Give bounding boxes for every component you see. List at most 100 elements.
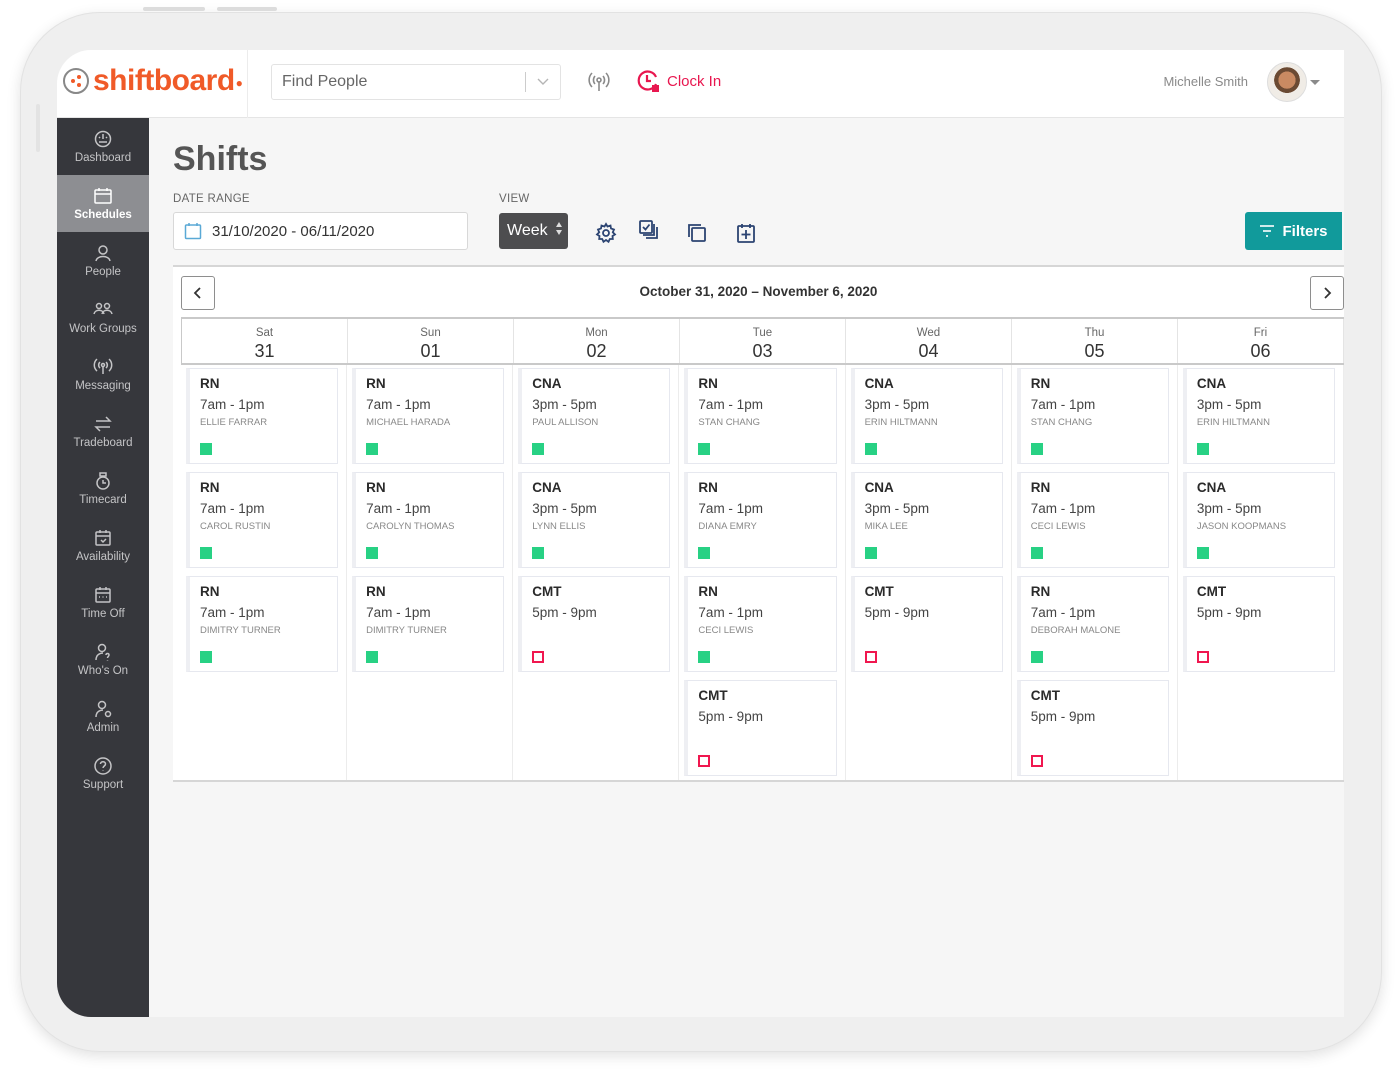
day-column[interactable]: RN 7am - 1pm STAN CHANG RN 7am - 1pm CECI LEW… [1012,365,1178,780]
day-name: Mon [585,327,608,339]
shift-person: CAROL RUSTIN [200,521,271,532]
filters-button[interactable]: Filters [1245,212,1342,250]
shift-card[interactable]: RN 7am - 1pm STAN CHANG [1016,368,1169,464]
day-header[interactable]: Sat 31 [182,319,348,363]
shift-card[interactable]: CMT 5pm - 9pm [1182,576,1335,672]
calendar-icon [184,223,202,240]
user-name[interactable]: Michelle Smith [1163,74,1248,89]
sidebar-item-tradeboard[interactable]: Tradeboard [57,403,149,460]
page-title: Shifts [173,140,268,178]
day-header[interactable]: Tue 03 [680,319,846,363]
sidebar-item-messaging[interactable]: Messaging [57,346,149,403]
shift-card[interactable]: CNA 3pm - 5pm ERIN HILTMANN [1182,368,1335,464]
filled-shift-indicator [532,443,545,455]
person-gear-icon [95,700,112,718]
shift-card[interactable]: RN 7am - 1pm DIMITRY TURNER [352,576,505,672]
shift-card[interactable]: CNA 3pm - 5pm ERIN HILTMANN [850,368,1003,464]
day-number: 01 [420,341,441,361]
shift-card[interactable]: CMT 5pm - 9pm [684,680,837,776]
open-shift-indicator [1030,755,1043,767]
day-header[interactable]: Thu 05 [1012,319,1178,363]
day-header[interactable]: Fri 06 [1178,319,1344,363]
shift-person: CAROLYN THOMAS [366,521,455,532]
shift-person: CECI LEWIS [1030,521,1086,532]
view-select[interactable]: Week [499,213,568,249]
find-people-input[interactable] [272,73,525,91]
date-range-input[interactable]: 31/10/2020 - 06/11/2020 [173,212,468,250]
shift-card[interactable]: CMT 5pm - 9pm [850,576,1003,672]
sidebar-item-time-off[interactable]: Time Off [57,574,149,631]
day-column[interactable]: RN 7am - 1pm MICHAEL HARADA RN 7am - 1pm CARO… [347,365,514,780]
shift-card[interactable]: RN 7am - 1pm CECI LEWIS [684,576,837,672]
day-column[interactable]: RN 7am - 1pm STAN CHANG RN 7am - 1pm DIANA EM… [679,365,846,780]
calendar-icon [94,188,112,204]
chevron-down-icon[interactable] [526,75,560,89]
sidebar-item-dashboard[interactable]: Dashboard [57,118,149,175]
shift-time: 5pm - 9pm [864,605,930,620]
filled-shift-indicator [1030,443,1043,455]
shift-card[interactable]: CNA 3pm - 5pm MIKA LEE [850,472,1003,568]
nav-label: Support [82,779,124,791]
person-question-icon [95,643,110,661]
shift-card[interactable]: RN 7am - 1pm DIMITRY TURNER [186,576,339,672]
shift-card[interactable]: RN 7am - 1pm MICHAEL HARADA [352,368,505,464]
shift-card[interactable]: RN 7am - 1pm CAROL RUSTIN [186,472,339,568]
shift-card[interactable]: RN 7am - 1pm CAROLYN THOMAS [352,472,505,568]
shiftboard-logo[interactable]: shiftboard ● [63,64,243,98]
shift-card[interactable]: RN 7am - 1pm STAN CHANG [684,368,837,464]
nav-label: Who's On [77,665,129,677]
shift-card[interactable]: CNA 3pm - 5pm LYNN ELLIS [518,472,671,568]
shift-person: DEBORAH MALONE [1030,625,1121,636]
sidebar-item-whos-on[interactable]: Who's On [57,631,149,688]
sidebar-item-admin[interactable]: Admin [57,688,149,745]
calendar-add-icon[interactable] [735,222,757,244]
shift-card[interactable]: RN 7am - 1pm ELLIE FARRAR [186,368,339,464]
day-header[interactable]: Mon 02 [514,319,680,363]
day-header[interactable]: Wed 04 [846,319,1012,363]
sidebar-item-work-groups[interactable]: Work Groups [57,289,149,346]
day-number: 31 [254,341,275,361]
shift-card[interactable]: CMT 5pm - 9pm [518,576,671,672]
shift-card[interactable]: CNA 3pm - 5pm JASON KOOPMANS [1182,472,1335,568]
sidebar-item-people[interactable]: People [57,232,149,289]
shift-role: CNA [1196,480,1227,495]
topbar-divider [247,50,248,118]
next-week-button[interactable] [1310,276,1344,310]
find-people-select[interactable] [271,64,561,100]
view-label: VIEW [499,193,530,205]
sidebar: Dashboard Schedules People Work Groups M… [57,118,149,1017]
nav-label: Work Groups [69,323,137,335]
shift-time: 7am - 1pm [200,605,265,620]
day-column[interactable]: RN 7am - 1pm ELLIE FARRAR RN 7am - 1pm CAROL … [181,365,348,780]
clock-in-button[interactable]: Clock In [635,68,721,94]
copy-checked-icon[interactable] [638,219,660,241]
shift-card[interactable]: CMT 5pm - 9pm [1016,680,1169,776]
shift-card[interactable]: RN 7am - 1pm CECI LEWIS [1016,472,1169,568]
shift-role: RN [698,376,718,391]
shift-role: CNA [1196,376,1227,391]
broadcast-icon[interactable] [587,70,611,94]
settings-icon[interactable] [595,222,617,244]
open-shift-indicator [864,651,877,663]
shift-card[interactable]: RN 7am - 1pm DEBORAH MALONE [1016,576,1169,672]
clock-in-label: Clock In [667,72,722,90]
day-column[interactable]: CNA 3pm - 5pm ERIN HILTMANN CNA 3pm - 5pm MIK… [846,365,1012,780]
sidebar-item-support[interactable]: Support [57,745,149,802]
filled-shift-indicator [864,443,877,455]
day-header[interactable]: Sun 01 [348,319,514,363]
day-column[interactable]: CNA 3pm - 5pm ERIN HILTMANN CNA 3pm - 5pm JAS… [1178,365,1344,780]
day-column[interactable]: CNA 3pm - 5pm PAUL ALLISON CNA 3pm - 5pm LYNN… [513,365,680,780]
caret-down-icon[interactable] [1310,80,1320,85]
sidebar-item-schedules[interactable]: Schedules [57,175,149,232]
shift-card[interactable]: CNA 3pm - 5pm PAUL ALLISON [518,368,671,464]
duplicate-icon[interactable] [686,222,708,244]
shift-time: 7am - 1pm [366,397,431,412]
user-avatar[interactable] [1267,62,1307,102]
shift-role: RN [1030,376,1051,391]
sidebar-item-timecard[interactable]: Timecard [57,460,149,517]
shift-card[interactable]: RN 7am - 1pm DIANA EMRY [684,472,837,568]
broadcast-icon [93,358,113,374]
sidebar-item-availability[interactable]: Availability [57,517,149,574]
filled-shift-indicator [698,651,711,663]
shift-person: CECI LEWIS [698,625,754,636]
